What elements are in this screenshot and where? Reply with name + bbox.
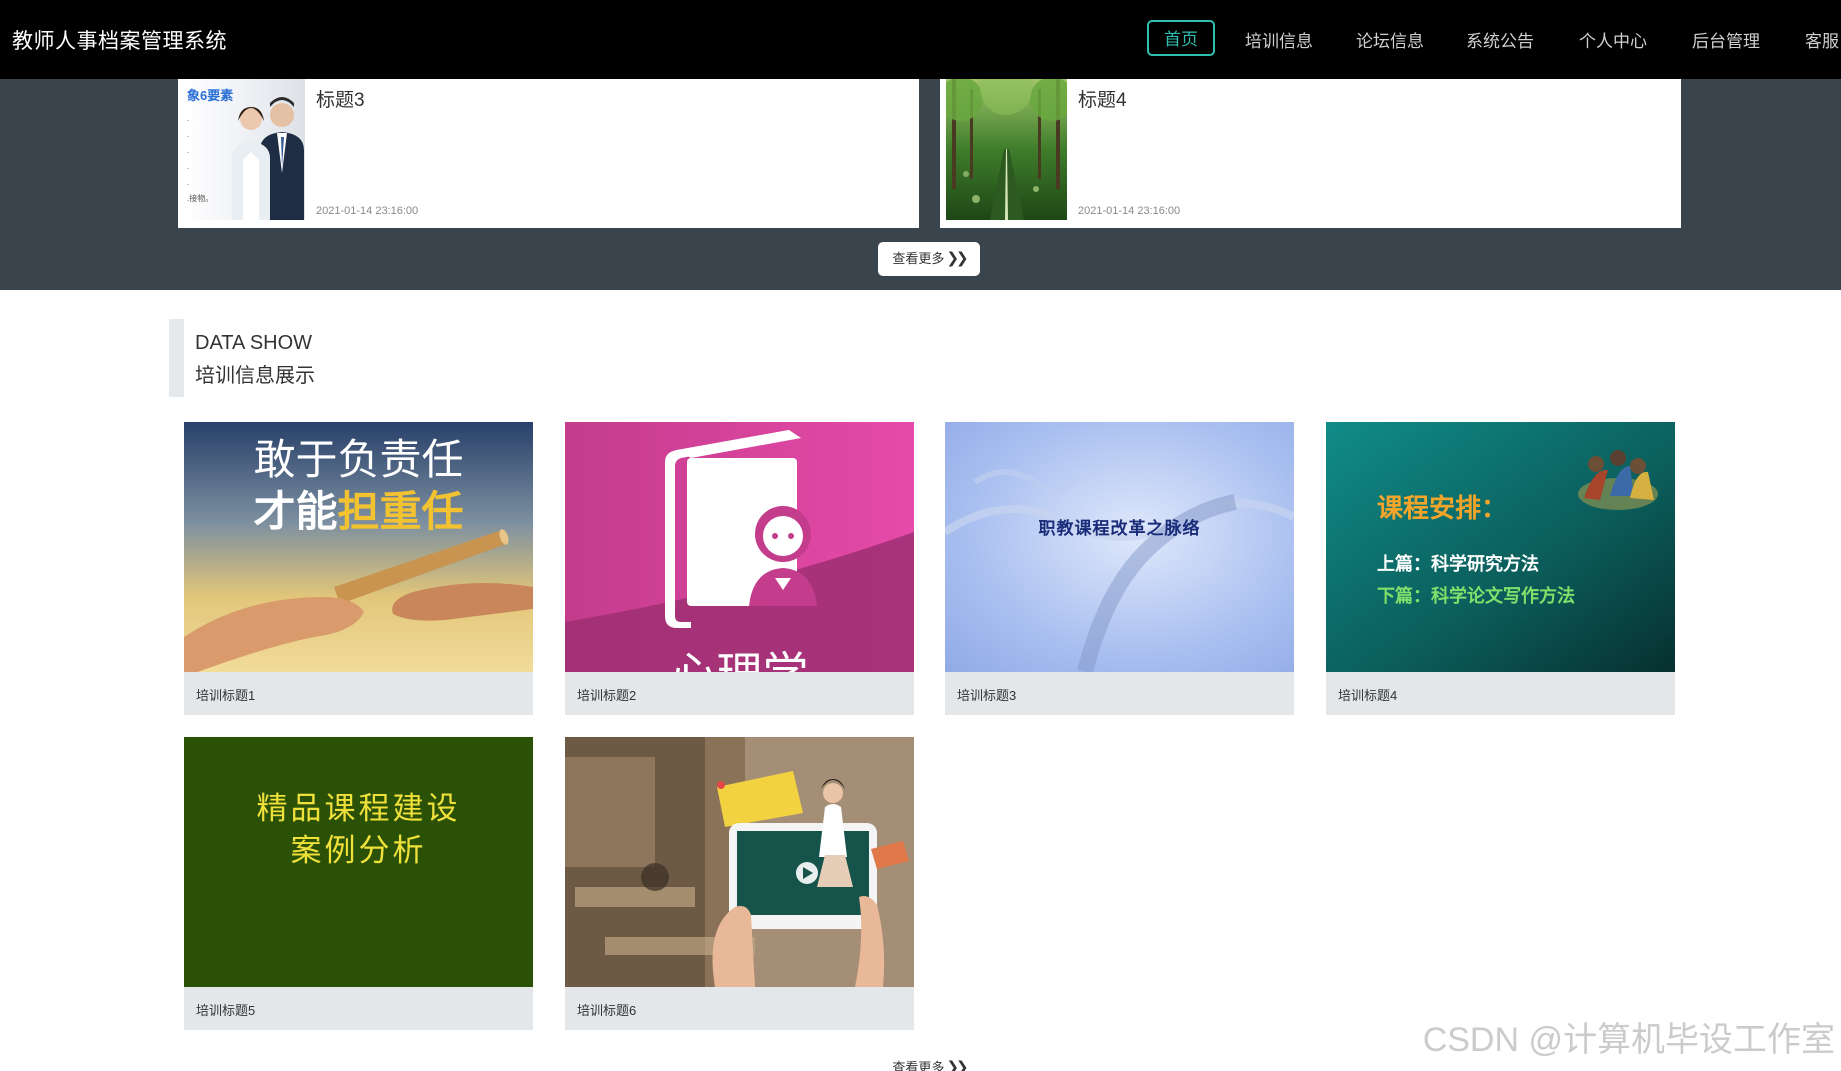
thumbnail-lines: . . . . . .接物。 [187, 114, 214, 203]
view-more-news-button[interactable]: 查看更多 ❯❯ [878, 242, 980, 276]
double-chevron-right-icon: ❯❯ [946, 250, 968, 267]
image-text-line2: 才能担重任 [253, 487, 464, 536]
news-band: 象6要素 . . . . . .接物。 标题3 2021-01-14 23:16… [0, 79, 1841, 290]
app-title[interactable]: 教师人事档案管理系统 [12, 25, 227, 55]
news-date: 2021-01-14 23:16:00 [1078, 205, 1181, 217]
training-card[interactable]: 职教课程改革之脉络 培训标题3 [945, 422, 1294, 715]
news-thumbnail: 象6要素 . . . . . .接物。 [184, 79, 305, 220]
training-title[interactable]: 培训标题2 [577, 685, 636, 704]
view-more-training-button[interactable]: 查看更多 ❯❯ [878, 1051, 980, 1071]
training-image: 精品课程建设 案例分析 [184, 737, 533, 987]
news-card[interactable]: 标题4 2021-01-14 23:16:00 [940, 79, 1681, 228]
nav-item-forum[interactable]: 论坛信息 [1356, 27, 1424, 52]
section-title-cn: 培训信息展示 [195, 365, 315, 387]
section-accent-bar [169, 319, 184, 397]
image-text-line2: 案例分析 [290, 833, 427, 869]
training-card[interactable]: 心理学 培训标题2 [565, 422, 914, 715]
watermark: CSDN @计算机毕设工作室 [1422, 1021, 1835, 1059]
image-text-line1: 精品课程建设 [256, 791, 461, 827]
news-card[interactable]: 象6要素 . . . . . .接物。 标题3 2021-01-14 23:16… [178, 79, 919, 228]
news-title[interactable]: 标题3 [316, 85, 365, 112]
thumbnail-caption: 象6要素 [187, 88, 234, 103]
image-text: 职教课程改革之脉络 [1038, 519, 1201, 539]
image-text-line1: 上篇：科学研究方法 [1377, 554, 1539, 575]
training-image: 职教课程改革之脉络 [945, 422, 1294, 672]
top-nav-bar: 教师人事档案管理系统 首页 培训信息 论坛信息 系统公告 个人中心 后台管理 客… [0, 0, 1841, 79]
news-title[interactable]: 标题4 [1078, 85, 1127, 112]
training-image: 敢于负责任 才能担重任 [184, 422, 533, 672]
training-title[interactable]: 培训标题3 [957, 685, 1016, 704]
training-card[interactable]: 敢于负责任 才能担重任 培训标题1 [184, 422, 533, 715]
training-image [565, 737, 914, 987]
image-text-line2: 下篇：科学论文写作方法 [1377, 586, 1575, 607]
image-text: 心理学 [565, 638, 914, 672]
nav-item-customer-service[interactable]: 客服 [1805, 27, 1839, 52]
nav-item-home[interactable]: 首页 [1147, 20, 1215, 56]
training-title[interactable]: 培训标题1 [196, 685, 255, 704]
training-title[interactable]: 培训标题4 [1338, 685, 1397, 704]
double-chevron-right-icon: ❯❯ [946, 1059, 968, 1071]
training-title[interactable]: 培训标题5 [196, 1000, 255, 1019]
nav-item-training[interactable]: 培训信息 [1245, 27, 1313, 52]
nav-item-personal-center[interactable]: 个人中心 [1579, 27, 1647, 52]
section-title-en: DATA SHOW [195, 332, 313, 354]
nav-item-admin[interactable]: 后台管理 [1692, 27, 1760, 52]
training-title[interactable]: 培训标题6 [577, 1000, 636, 1019]
training-card[interactable]: 培训标题6 [565, 737, 914, 1030]
training-card[interactable]: 精品课程建设 案例分析 培训标题5 [184, 737, 533, 1030]
training-image: 心理学 [565, 422, 914, 672]
training-image: 课程安排： 上篇：科学研究方法 下篇：科学论文写作方法 [1326, 422, 1675, 672]
training-card[interactable]: 课程安排： 上篇：科学研究方法 下篇：科学论文写作方法 培训标题4 [1326, 422, 1675, 715]
news-date: 2021-01-14 23:16:00 [316, 205, 419, 217]
image-heading: 课程安排： [1377, 494, 1508, 524]
news-thumbnail [946, 79, 1067, 220]
nav-item-announcements[interactable]: 系统公告 [1466, 27, 1534, 52]
